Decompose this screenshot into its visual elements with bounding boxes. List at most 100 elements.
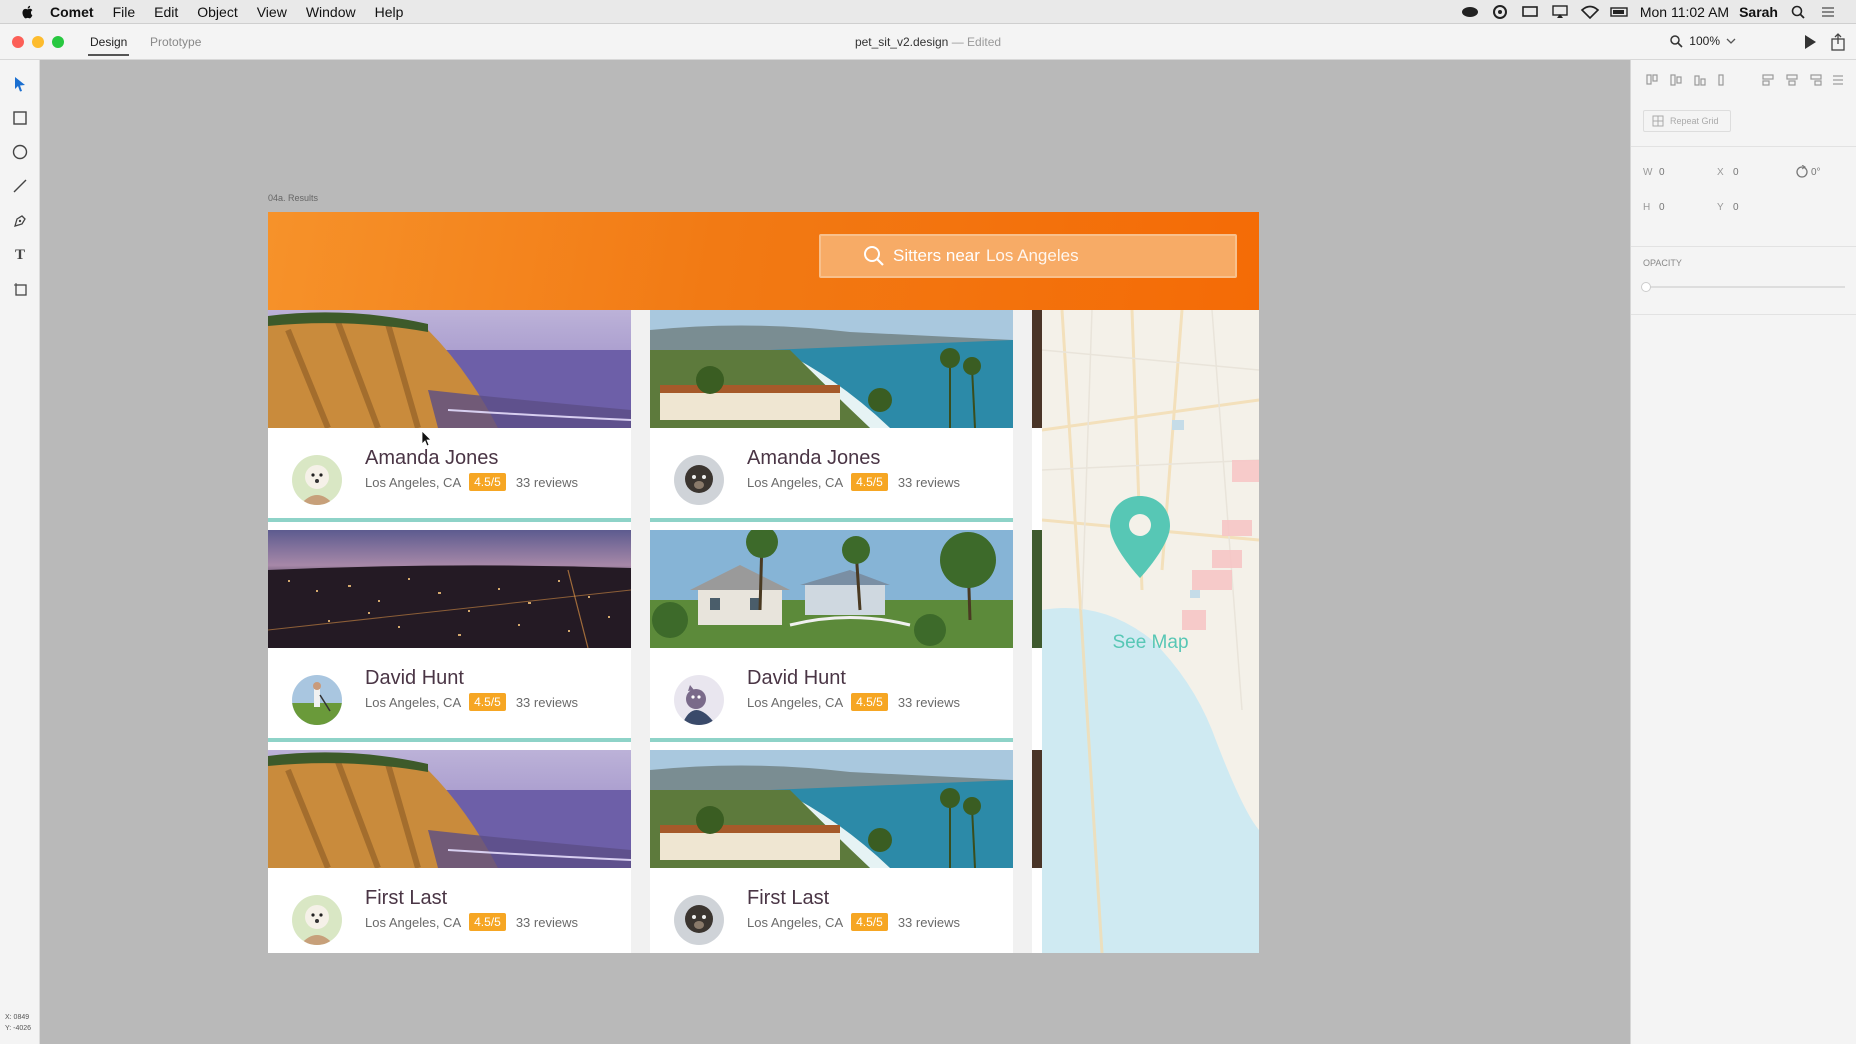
menu-bar: Comet File Edit Object View Window Help … <box>0 0 1856 24</box>
menu-object[interactable]: Object <box>197 4 237 20</box>
menubar-user[interactable]: Sarah <box>1739 4 1778 20</box>
menu-window[interactable]: Window <box>306 4 356 20</box>
menu-edit[interactable]: Edit <box>154 4 178 20</box>
sitter-card[interactable]: David Hunt Los Angeles, CA 4.5/5 33 reviews <box>268 530 631 742</box>
sitter-photo[interactable] <box>268 530 631 648</box>
search-bar[interactable]: Sitters near Los Angeles <box>819 234 1237 278</box>
sitter-location: Los Angeles, CA <box>747 694 844 710</box>
avatar[interactable] <box>674 455 724 505</box>
property-inspector: Repeat Grid W 0 X 0 0° H 0 Y 0 OPACITY <box>1630 60 1856 1044</box>
grid-icon <box>1652 115 1664 127</box>
sitter-name[interactable]: First Last <box>747 887 829 910</box>
rotation-field[interactable]: 0° <box>1811 167 1821 178</box>
text-tool-icon[interactable]: T <box>10 245 30 265</box>
spotlight-search-icon[interactable] <box>1788 5 1808 19</box>
menu-file[interactable]: File <box>113 4 136 20</box>
pen-tool-icon[interactable] <box>10 211 30 231</box>
sitter-name[interactable]: David Hunt <box>365 667 464 690</box>
sitter-card[interactable]: First Last Los Angeles, CA 4.5/5 33 reviews <box>268 750 631 953</box>
y-label: Y <box>1717 202 1724 213</box>
sitter-name[interactable]: Amanda Jones <box>365 447 498 470</box>
see-map-link[interactable]: See Map <box>1042 632 1259 654</box>
zoom-control[interactable]: 100% <box>1669 34 1736 48</box>
avatar[interactable] <box>292 455 342 505</box>
wifi-icon[interactable] <box>1580 5 1600 19</box>
sitter-photo[interactable] <box>268 750 631 868</box>
ellipse-tool-icon[interactable] <box>10 142 30 162</box>
review-count[interactable]: 33 reviews <box>898 475 960 490</box>
column-gutter <box>1013 310 1032 953</box>
cursor-coordinates: X: 0849 Y: -4026 <box>5 1012 31 1034</box>
sitter-meta: Los Angeles, CA 4.5/5 33 reviews <box>747 913 960 931</box>
avatar[interactable] <box>292 895 342 945</box>
sitter-name[interactable]: David Hunt <box>747 667 846 690</box>
rating-badge: 4.5/5 <box>469 473 506 491</box>
artboard-label[interactable]: 04a. Results <box>268 193 318 203</box>
sitter-photo[interactable] <box>650 310 1013 428</box>
apple-menu-icon[interactable] <box>20 4 36 20</box>
sitter-card[interactable]: Amanda Jones Los Angeles, CA 4.5/5 33 revie… <box>268 310 631 522</box>
repeat-grid-label: Repeat Grid <box>1670 116 1719 126</box>
y-field[interactable]: 0 <box>1733 202 1739 213</box>
rectangle-tool-icon[interactable] <box>10 108 30 128</box>
review-count[interactable]: 33 reviews <box>898 915 960 930</box>
creative-cloud-icon[interactable] <box>1460 5 1480 19</box>
sitter-photo[interactable] <box>650 750 1013 868</box>
sitter-name[interactable]: Amanda Jones <box>747 447 880 470</box>
card-photo-peek <box>1032 750 1042 868</box>
card-accent-bar <box>268 518 631 522</box>
card-accent-bar <box>650 518 1013 522</box>
sitter-card[interactable]: David Hunt Los Angeles, CA 4.5/5 33 reviews <box>650 530 1013 742</box>
x-field[interactable]: 0 <box>1733 167 1739 178</box>
sitter-card[interactable]: First Last Los Angeles, CA 4.5/5 33 reviews <box>650 750 1013 953</box>
screen-icon[interactable] <box>1520 5 1540 19</box>
sitter-location: Los Angeles, CA <box>747 914 844 930</box>
height-field[interactable]: 0 <box>1659 202 1665 213</box>
column-gutter <box>631 310 650 953</box>
menubar-clock[interactable]: Mon 11:02 AM <box>1640 4 1729 20</box>
align-controls-icon[interactable] <box>1643 72 1843 88</box>
height-label: H <box>1643 202 1651 213</box>
sitter-meta: Los Angeles, CA 4.5/5 33 reviews <box>365 913 578 931</box>
card-photo-peek <box>1032 310 1042 428</box>
width-field[interactable]: 0 <box>1659 167 1665 178</box>
battery-icon[interactable] <box>1610 5 1630 19</box>
sitter-meta: Los Angeles, CA 4.5/5 33 reviews <box>365 693 578 711</box>
search-location[interactable]: Los Angeles <box>986 246 1079 266</box>
rotate-icon[interactable] <box>1795 165 1809 179</box>
artboard[interactable]: Sitters near Los Angeles Amanda Jones Los… <box>268 212 1259 953</box>
opacity-slider[interactable] <box>1641 282 1845 292</box>
map-preview[interactable]: See Map <box>1042 310 1259 953</box>
menu-app-name[interactable]: Comet <box>50 4 94 20</box>
sitter-card[interactable]: Amanda Jones Los Angeles, CA 4.5/5 33 revie… <box>650 310 1013 522</box>
review-count[interactable]: 33 reviews <box>516 915 578 930</box>
review-count[interactable]: 33 reviews <box>516 475 578 490</box>
document-status: — Edited <box>951 35 1002 49</box>
sitter-photo[interactable] <box>650 530 1013 648</box>
notification-center-icon[interactable] <box>1818 5 1838 19</box>
review-count[interactable]: 33 reviews <box>898 695 960 710</box>
share-icon[interactable] <box>1830 33 1846 51</box>
avatar[interactable] <box>292 675 342 725</box>
sitter-name[interactable]: First Last <box>365 887 447 910</box>
sitter-location: Los Angeles, CA <box>365 694 462 710</box>
menu-view[interactable]: View <box>257 4 287 20</box>
sitter-location: Los Angeles, CA <box>365 914 462 930</box>
menu-help[interactable]: Help <box>375 4 404 20</box>
airplay-icon[interactable] <box>1550 4 1570 19</box>
select-tool-icon[interactable] <box>10 74 30 94</box>
play-preview-icon[interactable] <box>1802 34 1818 50</box>
avatar[interactable] <box>674 895 724 945</box>
chevron-down-icon[interactable] <box>1726 36 1736 46</box>
zoom-level[interactable]: 100% <box>1689 34 1720 48</box>
map-pin-icon[interactable] <box>1107 494 1173 580</box>
mouse-cursor-icon <box>421 430 432 447</box>
line-tool-icon[interactable] <box>10 176 30 196</box>
artboard-tool-icon[interactable] <box>10 279 30 299</box>
repeat-grid-button[interactable]: Repeat Grid <box>1643 110 1731 132</box>
sitter-photo[interactable] <box>268 310 631 428</box>
opacity-slider-handle[interactable] <box>1641 282 1651 292</box>
review-count[interactable]: 33 reviews <box>516 695 578 710</box>
avatar[interactable] <box>674 675 724 725</box>
sync-icon[interactable] <box>1490 4 1510 19</box>
